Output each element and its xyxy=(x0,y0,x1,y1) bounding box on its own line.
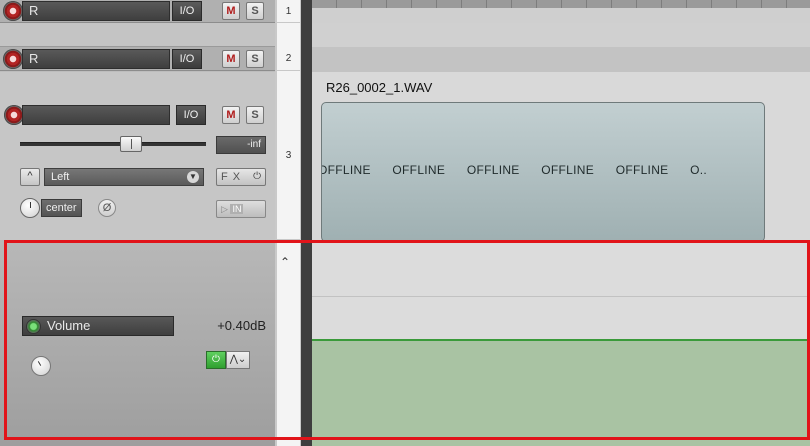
track-number-2: 2 xyxy=(277,47,300,71)
mute-button[interactable]: M xyxy=(222,2,240,20)
envelope-fill xyxy=(312,341,810,446)
volume-readout: -inf xyxy=(216,136,266,154)
envelope-value: +0.40dB xyxy=(217,318,266,333)
envelope-mode-button[interactable]: ⋀⌄ xyxy=(226,351,250,369)
chevron-down-icon: ▼ xyxy=(187,171,199,183)
envelope-knob[interactable] xyxy=(31,356,51,376)
offline-text: OFFLINE xyxy=(392,163,446,177)
track-2-lane[interactable] xyxy=(312,47,810,72)
solo-button[interactable]: S xyxy=(246,50,264,68)
pan-knob[interactable] xyxy=(20,198,40,218)
media-item-title: R26_0002_1.WAV xyxy=(326,80,433,95)
io-button[interactable]: I/O xyxy=(172,49,202,69)
timeline-ruler[interactable] xyxy=(312,0,810,8)
track-1-row[interactable]: R I/O M S xyxy=(0,0,275,23)
input-channel-dropdown[interactable]: Left ▼ xyxy=(44,168,204,186)
solo-button[interactable]: S xyxy=(246,2,264,20)
chevron-up-icon[interactable]: ^ xyxy=(20,168,40,186)
track-name-field[interactable]: R xyxy=(22,49,170,69)
offline-text: OFFLINE xyxy=(615,163,669,177)
envelope-name-field[interactable]: Volume xyxy=(22,316,174,336)
track-number-3: 3 xyxy=(277,72,300,240)
offline-text-row: OFFLINE OFFLINE OFFLINE OFFLINE OFFLINE … xyxy=(321,163,762,177)
envelope-gridline xyxy=(312,296,810,297)
volume-fader-knob[interactable] xyxy=(120,136,142,152)
record-arm-icon[interactable] xyxy=(3,49,23,69)
envelope-name: Volume xyxy=(47,318,91,333)
track-gap xyxy=(0,23,275,47)
track-number-1: 1 xyxy=(277,0,300,23)
envelope-collapse-icon[interactable]: ⌃ xyxy=(280,255,290,269)
io-button[interactable]: I/O xyxy=(172,1,202,21)
solo-button[interactable]: S xyxy=(246,106,264,124)
lane-gap xyxy=(312,23,810,47)
record-arm-icon[interactable] xyxy=(4,105,24,125)
play-icon: ▷ xyxy=(221,204,228,214)
arrange-view[interactable]: R26_0002_1.WAV OFFLINE OFFLINE OFFLINE O… xyxy=(312,0,810,446)
fx-label: F X xyxy=(221,171,242,183)
envelope-panel xyxy=(0,240,275,446)
offline-text: OFFLINE xyxy=(466,163,520,177)
track-name-field[interactable]: R xyxy=(22,1,170,21)
track-control-panel: R I/O M S R I/O M S I/O M S -inf ^ Left … xyxy=(0,0,275,446)
mute-button[interactable]: M xyxy=(222,106,240,124)
phase-invert-button[interactable]: Ø xyxy=(98,199,116,217)
media-item[interactable]: OFFLINE OFFLINE OFFLINE OFFLINE OFFLINE … xyxy=(321,102,765,242)
envelope-active-icon[interactable] xyxy=(26,319,41,334)
track-name-field[interactable] xyxy=(22,105,170,125)
track-1-lane[interactable] xyxy=(312,8,810,23)
offline-text: OFFLINE xyxy=(321,163,371,177)
input-channel-label: Left xyxy=(51,171,70,183)
io-button[interactable]: I/O xyxy=(176,105,206,125)
input-monitor-label: IN xyxy=(230,204,244,214)
tcp-divider[interactable] xyxy=(301,0,312,446)
pan-label: center xyxy=(41,199,82,217)
fx-power-icon[interactable]: ⏻ xyxy=(253,169,262,185)
record-arm-icon[interactable] xyxy=(3,1,23,21)
record-monitor-button[interactable]: ▷ IN xyxy=(216,200,266,218)
fx-button[interactable]: F X ⏻ xyxy=(216,168,266,186)
offline-text: O.. xyxy=(690,163,708,177)
track-2-row[interactable]: R I/O M S xyxy=(0,47,275,71)
envelope-bypass-button[interactable]: ⏻ xyxy=(206,351,226,369)
offline-text: OFFLINE xyxy=(541,163,595,177)
mute-button[interactable]: M xyxy=(222,50,240,68)
volume-fader-track[interactable] xyxy=(20,142,206,146)
track-3-row[interactable]: I/O M S -inf ^ Left ▼ F X ⏻ center Ø ▷ I… xyxy=(0,72,275,240)
